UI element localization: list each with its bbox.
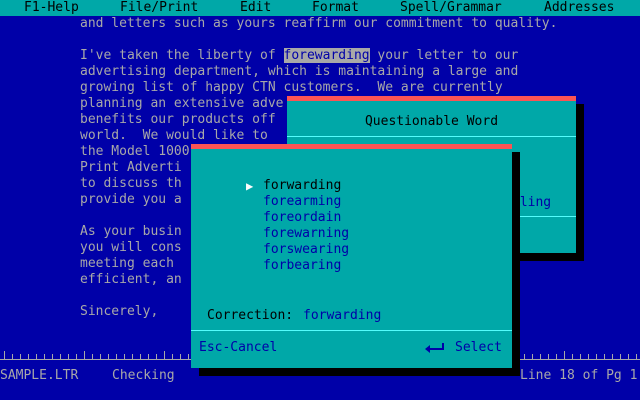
suggestion-item[interactable]: forewarning — [263, 226, 349, 242]
document-line: provide you a — [80, 192, 182, 207]
document-line: you will cons — [80, 240, 182, 255]
dialog-title: Questionable Word — [364, 114, 499, 129]
suggestion-item[interactable]: forearming — [263, 194, 341, 210]
flagged-word: forewarding — [283, 48, 370, 63]
select-button[interactable]: Select — [455, 340, 502, 356]
cancel-button[interactable]: Esc-Cancel — [199, 340, 277, 356]
status-position: Line 18 of Pg 1 — [520, 368, 638, 383]
suggestion-item[interactable]: forwarding — [263, 178, 341, 194]
menu-format[interactable]: Format — [312, 0, 359, 16]
document-line: Sincerely, — [80, 304, 159, 319]
enter-key-icon — [425, 343, 444, 353]
menu-help[interactable]: F1-Help — [24, 0, 79, 16]
menu-file-print[interactable]: File/Print — [120, 0, 198, 16]
divider — [287, 136, 576, 137]
correction-field[interactable]: forwarding — [303, 308, 381, 324]
menu-bar: F1-Help File/Print Edit Format Spell/Gra… — [0, 0, 640, 16]
document-line: efficient, an — [80, 272, 182, 287]
menu-edit[interactable]: Edit — [240, 0, 271, 16]
status-filename: SAMPLE.LTR — [0, 368, 79, 383]
document-line: growing list of happy CTN customers. We … — [80, 80, 503, 95]
document-line: benefits our products off — [80, 112, 276, 127]
suggestion-item[interactable]: foreordain — [263, 210, 341, 226]
document-line: to discuss th — [80, 176, 182, 191]
document-line: advertising department, which is maintai… — [80, 64, 519, 79]
menu-addresses[interactable]: Addresses — [544, 0, 614, 16]
status-mode: Checking — [112, 368, 175, 383]
correction-label: Correction: — [207, 308, 294, 323]
suggestion-item[interactable]: forbearing — [263, 258, 341, 274]
suggestion-item[interactable]: forswearing — [263, 242, 349, 258]
suggestions-dialog: ▶ forwarding forearming foreordain forew… — [191, 144, 512, 368]
document-line: the Model 1000 — [80, 144, 190, 159]
document-line: Print Adverti — [80, 160, 182, 175]
document-line: and letters such as yours reaffirm our c… — [80, 16, 558, 31]
document-line: world. We would like to — [80, 128, 268, 143]
document-line: meeting each — [80, 256, 174, 271]
selection-pointer-icon: ▶ — [246, 179, 254, 193]
document-line: As your busin — [80, 224, 182, 239]
menu-spell-grammar[interactable]: Spell/Grammar — [400, 0, 502, 16]
document-line: I've taken the liberty of forewarding yo… — [80, 48, 519, 63]
divider — [191, 330, 512, 331]
document-line: planning an extensive adve — [80, 96, 284, 111]
